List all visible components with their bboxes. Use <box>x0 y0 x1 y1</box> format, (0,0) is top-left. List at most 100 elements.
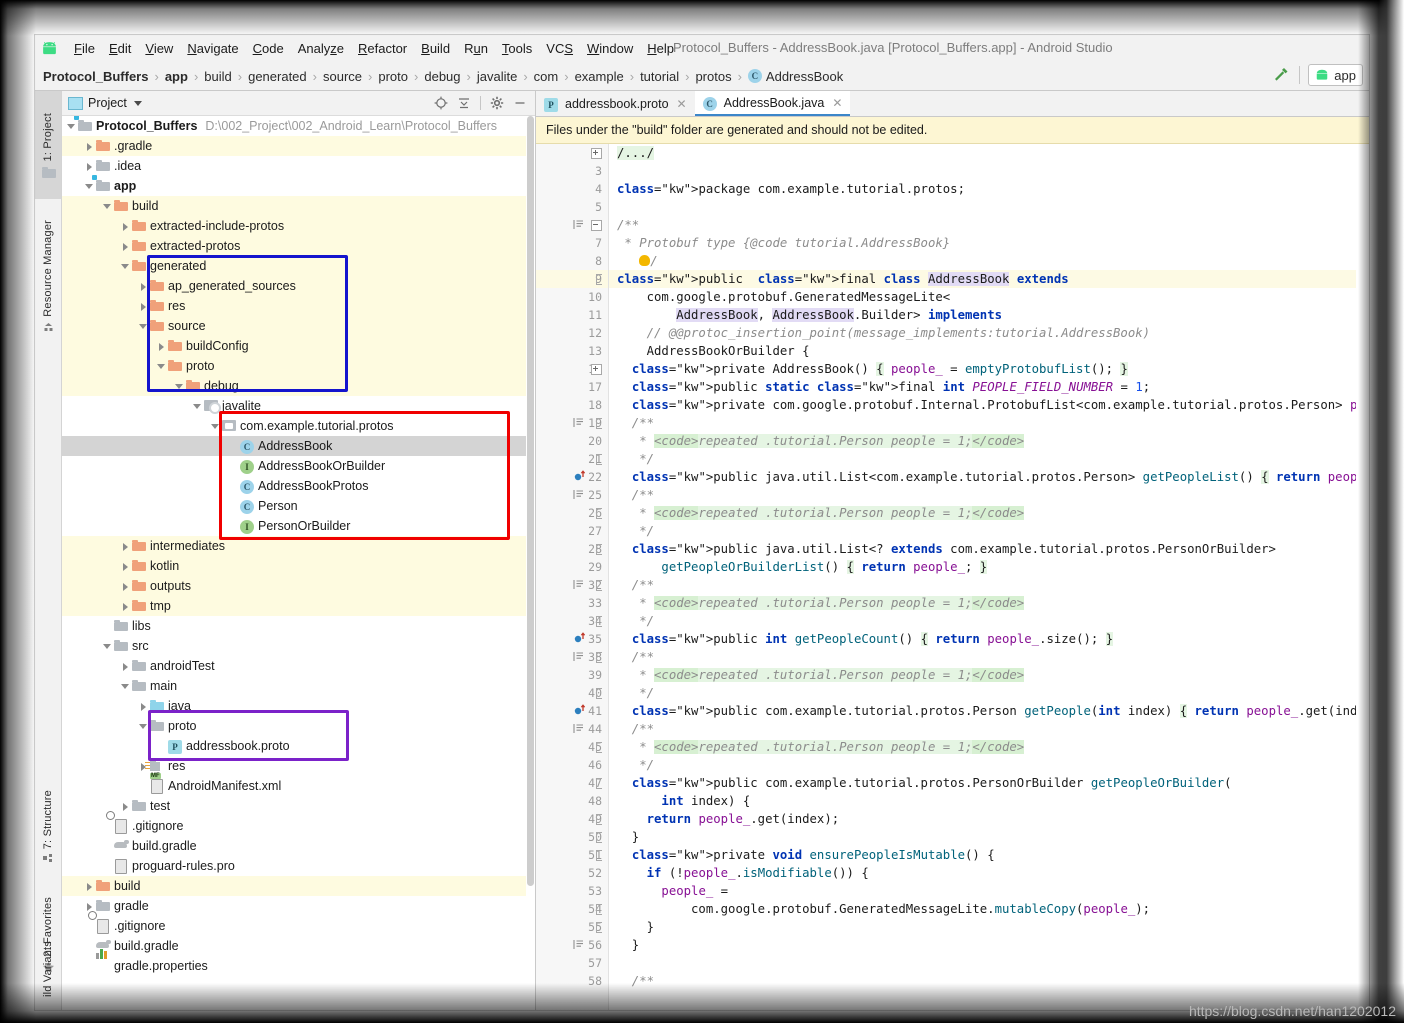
code-line-1[interactable]: /.../ <box>609 144 1369 162</box>
intention-bulb-icon[interactable] <box>639 255 651 266</box>
project-tree[interactable]: Protocol_Buffers D:\002_Project\002_Andro… <box>62 116 535 1010</box>
code-line-17[interactable]: class="kw">public static class="kw">fina… <box>609 378 1369 396</box>
gutter-line-45[interactable]: 45 <box>536 738 608 756</box>
gutter-line-49[interactable]: 49 <box>536 810 608 828</box>
gutter-line-57[interactable]: 57 <box>536 954 608 972</box>
fold-region-icon[interactable] <box>596 850 602 861</box>
gutter-line-35[interactable]: 35 <box>536 630 608 648</box>
javadoc-marker-icon[interactable] <box>573 579 584 590</box>
fold-region-icon[interactable] <box>596 832 602 843</box>
tree-node-res[interactable]: res <box>62 756 535 776</box>
tree-node-addressbookprotos[interactable]: C AddressBookProtos <box>62 476 535 496</box>
breadcrumb-item-proto[interactable]: proto <box>378 69 408 84</box>
code-text[interactable]: /.../ class="kw">package com.example.tuto… <box>609 144 1369 1010</box>
chevron-down-icon[interactable] <box>156 361 167 372</box>
code-line-40[interactable]: */ <box>609 684 1369 702</box>
gutter-line-40[interactable]: 40 <box>536 684 608 702</box>
code-line-39[interactable]: * <code>repeated .tutorial.Person people… <box>609 666 1369 684</box>
fold-region-icon[interactable] <box>596 688 602 699</box>
tree-node-generated[interactable]: generated <box>62 256 535 276</box>
chevron-right-icon[interactable] <box>120 541 131 552</box>
tree-node-extracted-include-protos[interactable]: extracted-include-protos <box>62 216 535 236</box>
chevron-right-icon[interactable] <box>120 601 131 612</box>
chevron-right-icon[interactable] <box>120 241 131 252</box>
code-line-55[interactable]: } <box>609 918 1369 936</box>
gutter-line-5[interactable]: 5 <box>536 198 608 216</box>
gutter-line-4[interactable]: 4 <box>536 180 608 198</box>
tree-node-java[interactable]: java <box>62 696 535 716</box>
fold-region-icon[interactable] <box>596 508 602 519</box>
menu-item-run[interactable]: Run <box>457 38 495 59</box>
tree-node-src[interactable]: src <box>62 636 535 656</box>
tree-node-proguard-rules-pro[interactable]: proguard-rules.pro <box>62 856 535 876</box>
tree-node-build[interactable]: build <box>62 876 535 896</box>
code-line-21[interactable]: */ <box>609 450 1369 468</box>
gutter-line-10[interactable]: 10 <box>536 288 608 306</box>
breadcrumb-item-javalite[interactable]: javalite <box>477 69 517 84</box>
tree-node-source[interactable]: source <box>62 316 535 336</box>
gear-icon[interactable] <box>490 96 504 110</box>
code-line-53[interactable]: people_ = <box>609 882 1369 900</box>
gutter-line-25[interactable]: 25 <box>536 486 608 504</box>
sidebar-item-resource-manager[interactable]: Resource Manager <box>35 203 61 353</box>
breadcrumb-item-com[interactable]: com <box>534 69 559 84</box>
gutter-line-50[interactable]: 50 <box>536 828 608 846</box>
tree-node-ap-generated-sources[interactable]: ap_generated_sources <box>62 276 535 296</box>
fold-region-icon[interactable] <box>596 778 602 789</box>
javadoc-marker-icon[interactable] <box>573 417 584 428</box>
code-line-47[interactable]: class="kw">public com.example.tutorial.p… <box>609 774 1369 792</box>
code-line-28[interactable]: class="kw">public java.util.List<? exten… <box>609 540 1369 558</box>
gutter-line-39[interactable]: 39 <box>536 666 608 684</box>
code-line-49[interactable]: return people_.get(index); <box>609 810 1369 828</box>
tree-node-debug[interactable]: debug <box>62 376 535 396</box>
chevron-right-icon[interactable] <box>120 561 131 572</box>
gutter-line-47[interactable]: 47 <box>536 774 608 792</box>
chevron-down-icon[interactable] <box>102 641 113 652</box>
tree-node-addressbookorbuilder[interactable]: I AddressBookOrBuilder <box>62 456 535 476</box>
gutter-line-12[interactable]: 12 <box>536 324 608 342</box>
javadoc-marker-icon[interactable] <box>573 651 584 662</box>
locate-icon[interactable] <box>434 96 448 110</box>
chevron-right-icon[interactable] <box>84 161 95 172</box>
gutter-line-41[interactable]: 41 <box>536 702 608 720</box>
fold-region-icon[interactable] <box>596 742 602 753</box>
code-line-11[interactable]: AddressBook, AddressBook.Builder> implem… <box>609 306 1369 324</box>
tree-node-build-gradle[interactable]: build.gradle <box>62 836 535 856</box>
code-line-33[interactable]: * <code>repeated .tutorial.Person people… <box>609 594 1369 612</box>
breadcrumb-item-debug[interactable]: debug <box>424 69 460 84</box>
gutter-line-8[interactable]: 8 <box>536 252 608 270</box>
tree-node-addressbook[interactable]: C AddressBook <box>62 436 535 456</box>
chevron-down-icon[interactable] <box>120 681 131 692</box>
code-line-44[interactable]: /** <box>609 720 1369 738</box>
breadcrumb-item-build[interactable]: build <box>204 69 231 84</box>
gutter-line-1[interactable]: 1 <box>536 144 608 162</box>
gutter-line-38[interactable]: 38 <box>536 648 608 666</box>
breadcrumb-item-app[interactable]: app <box>165 69 188 84</box>
code-line-10[interactable]: com.google.protobuf.GeneratedMessageLite… <box>609 288 1369 306</box>
code-line-12[interactable]: // @@protoc_insertion_point(message_impl… <box>609 324 1369 342</box>
tree-node-proto[interactable]: proto <box>62 356 535 376</box>
menu-item-window[interactable]: Window <box>580 38 640 59</box>
fold-region-icon[interactable] <box>596 580 602 591</box>
breadcrumb-item-generated[interactable]: generated <box>248 69 307 84</box>
fold-region-icon[interactable] <box>596 814 602 825</box>
gutter-line-3[interactable]: 3 <box>536 162 608 180</box>
fold-region-icon[interactable] <box>596 652 602 663</box>
menu-item-tools[interactable]: Tools <box>495 38 539 59</box>
tree-node--gitignore[interactable]: .gitignore <box>62 811 535 836</box>
fold-collapse-icon[interactable] <box>591 220 602 231</box>
gutter-line-32[interactable]: 32 <box>536 576 608 594</box>
code-line-18[interactable]: class="kw">private com.google.protobuf.I… <box>609 396 1369 414</box>
gutter-line-6[interactable]: 6 <box>536 216 608 234</box>
sidebar-item-structure[interactable]: 7: Structure <box>35 777 61 881</box>
gutter-line-55[interactable]: 55 <box>536 918 608 936</box>
code-line-20[interactable]: * <code>repeated .tutorial.Person people… <box>609 432 1369 450</box>
tree-node-proto[interactable]: proto <box>62 716 535 736</box>
gutter-line-14[interactable]: 14 <box>536 360 608 378</box>
code-line-48[interactable]: int index) { <box>609 792 1369 810</box>
run-configuration-selector[interactable]: app <box>1308 64 1363 86</box>
menu-item-analyze[interactable]: Analyze <box>291 38 351 59</box>
code-line-51[interactable]: class="kw">private void ensurePeopleIsMu… <box>609 846 1369 864</box>
code-line-35[interactable]: class="kw">public int getPeopleCount() {… <box>609 630 1369 648</box>
code-line-38[interactable]: /** <box>609 648 1369 666</box>
